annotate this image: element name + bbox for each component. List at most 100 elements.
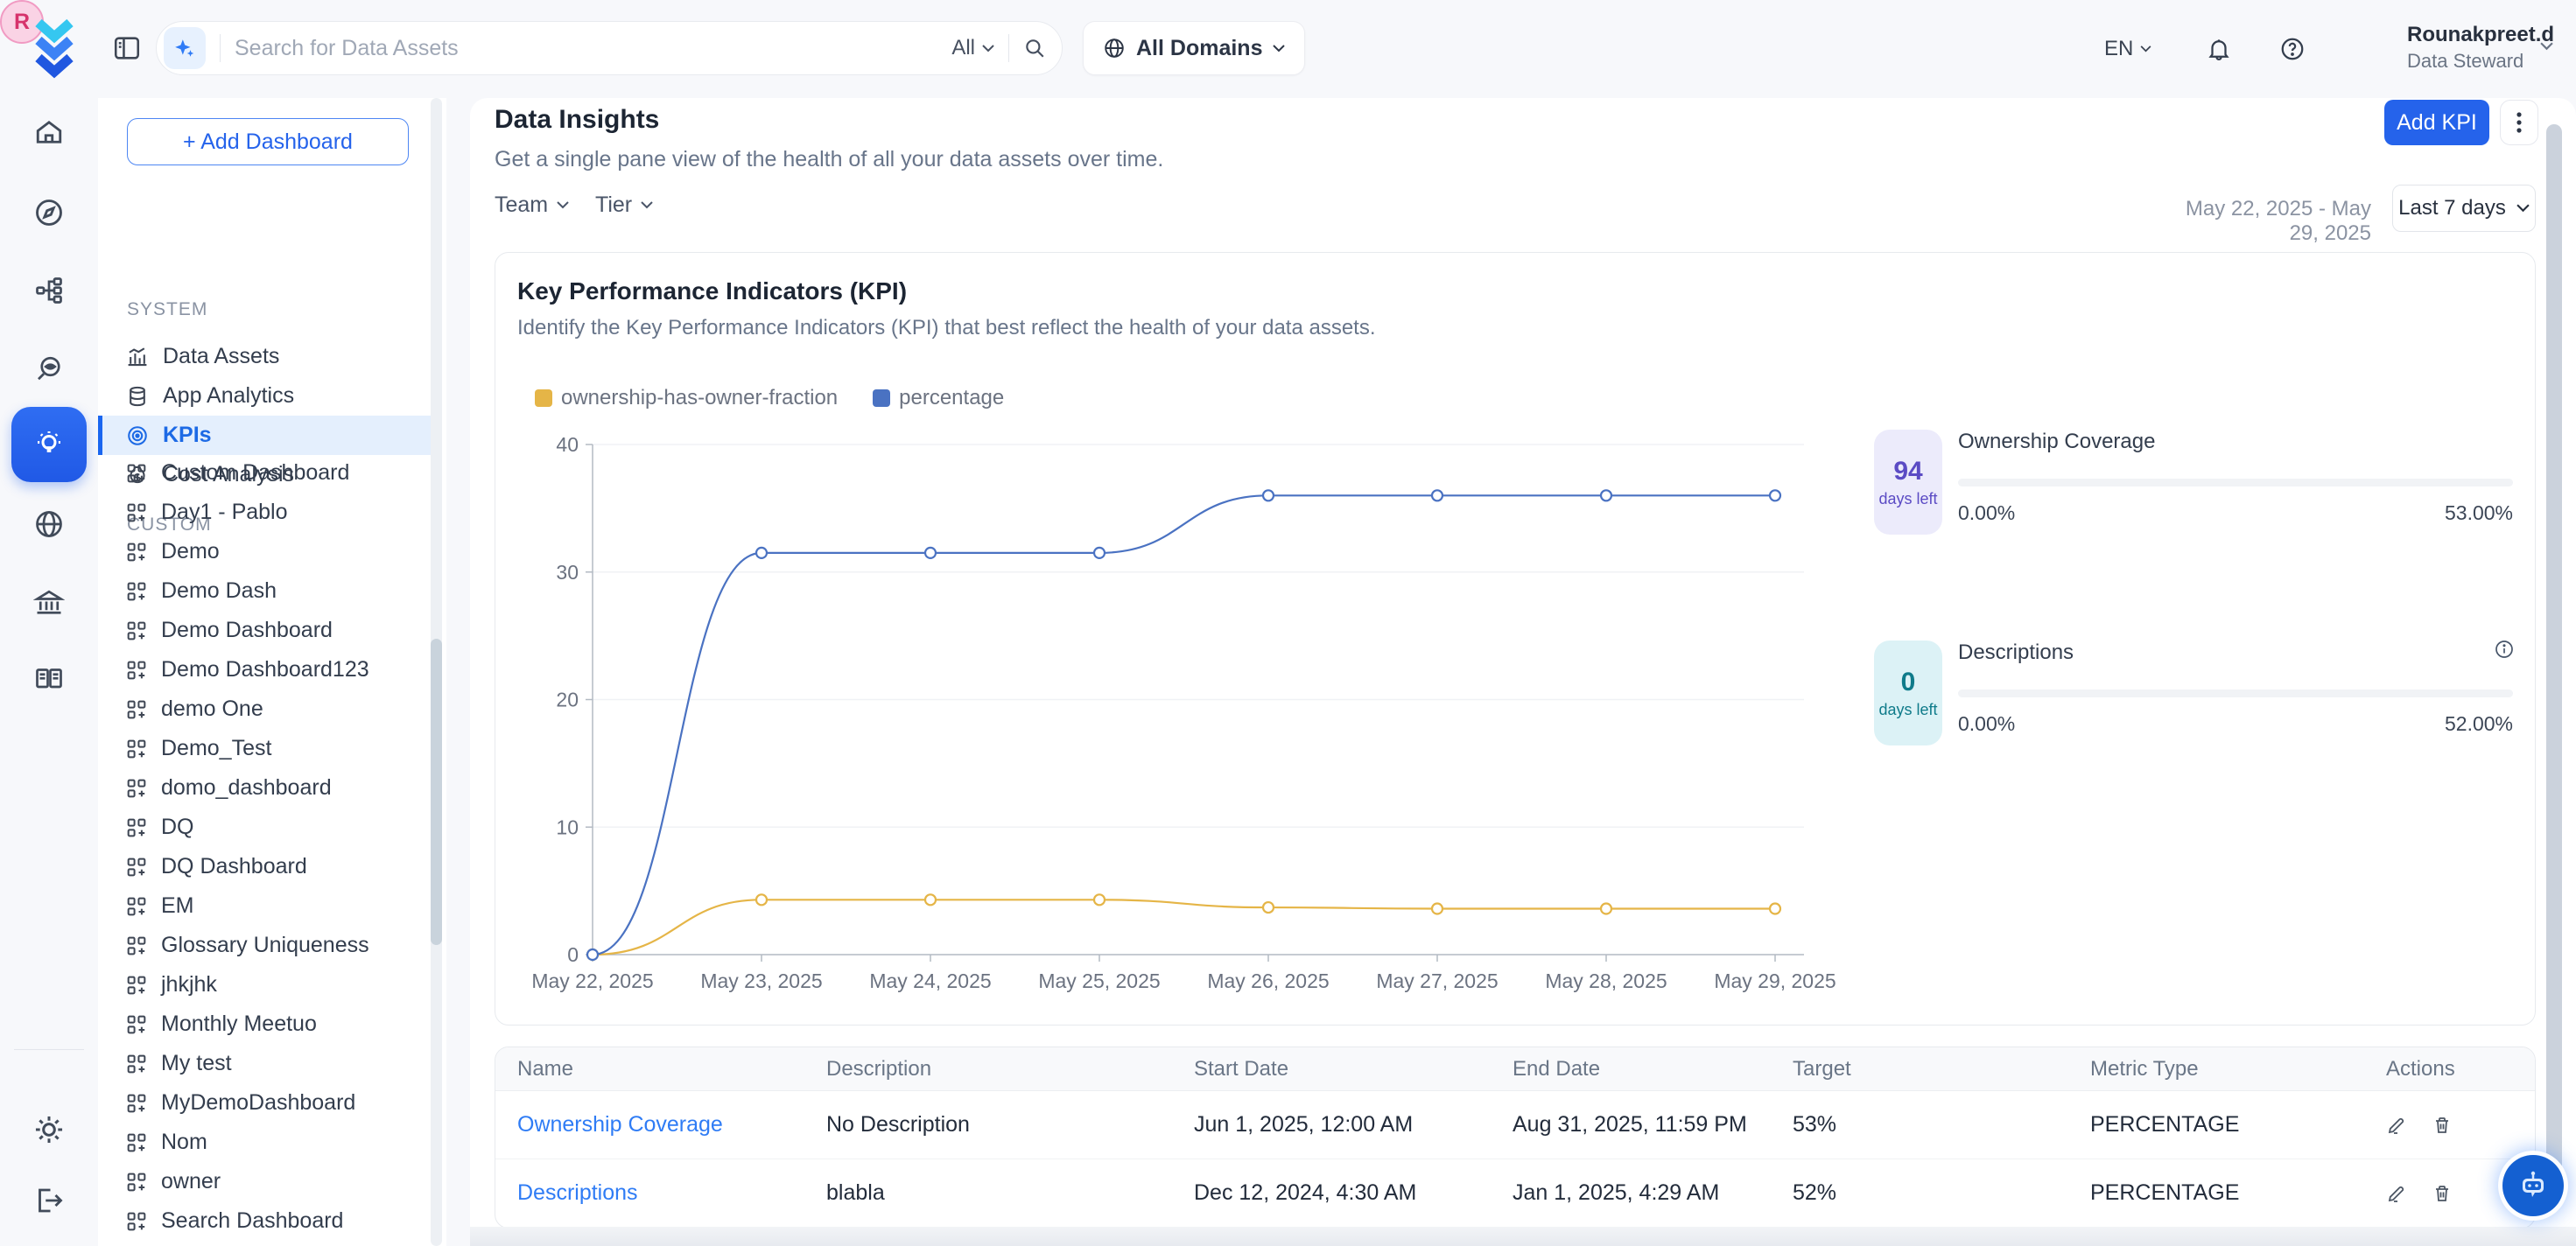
sidebar-item-label: Glossary Uniqueness <box>161 933 369 958</box>
svg-text:May 25, 2025: May 25, 2025 <box>1038 970 1160 992</box>
language-selector[interactable]: EN <box>2104 0 2151 98</box>
sidebar-item-demo-one[interactable]: demo One <box>98 690 431 729</box>
sidebar-item-owner[interactable]: owner <box>98 1162 431 1201</box>
home-icon[interactable] <box>0 116 98 148</box>
lightbulb-icon <box>32 427 67 462</box>
sidebar-item-domo-dashboard[interactable]: domo_dashboard <box>98 768 431 808</box>
sidebar-item-label: Demo Dashboard123 <box>161 657 369 682</box>
sidebar-item-demo-dashboard[interactable]: Demo Dashboard <box>98 611 431 650</box>
sidebar-item-em[interactable]: EM <box>98 886 431 926</box>
sidebar-item-my-test[interactable]: My test <box>98 1044 431 1083</box>
kpi-progress-values: 0.00% 52.00% <box>1958 712 2513 736</box>
globe-icon[interactable] <box>0 508 98 540</box>
legend-item-ownership[interactable]: ownership-has-owner-fraction <box>535 386 838 410</box>
sidebar-item-label: MyDemoDashboard <box>161 1090 355 1116</box>
insights-active-tile[interactable] <box>11 407 87 482</box>
discovery-search-icon[interactable] <box>0 354 98 385</box>
lineage-flow-icon[interactable] <box>0 275 98 306</box>
sidebar-item-search-dashboard[interactable]: Search Dashboard <box>98 1201 431 1241</box>
chevron-down-icon <box>1273 45 1285 52</box>
search-scope-dropdown[interactable]: All <box>951 36 994 60</box>
sidebar-item-day1-pablo[interactable]: Day1 - Pablo <box>98 493 431 532</box>
kpi-table-card: NameDescriptionStart DateEnd DateTargetM… <box>495 1046 2536 1228</box>
chevron-down-icon <box>982 45 994 52</box>
sidebar-item-custom-dashboard[interactable]: Custom Dashboard <box>98 453 431 493</box>
sidebar-item-demo-dash[interactable]: Demo Dash <box>98 571 431 611</box>
sidebar-item-label: Demo <box>161 539 220 564</box>
add-dashboard-button[interactable]: + Add Dashboard <box>127 118 409 165</box>
dashboard-grid-plus-icon <box>126 817 147 838</box>
trash-icon <box>2432 1115 2453 1136</box>
logout-icon[interactable] <box>0 1185 98 1216</box>
sidebar-item-glossary-uniqueness[interactable]: Glossary Uniqueness <box>98 926 431 965</box>
tier-filter-dropdown[interactable]: Tier <box>595 192 653 218</box>
sidebar-scrollbar-thumb[interactable] <box>431 639 442 945</box>
dashboard-grid-plus-icon <box>126 975 147 996</box>
kpi-name-link[interactable]: Ownership Coverage <box>517 1112 723 1137</box>
sidebar-item-demo-dashboard123[interactable]: Demo Dashboard123 <box>98 650 431 690</box>
sidebar-item-demo[interactable]: Demo <box>98 532 431 571</box>
sidebar-item-nom[interactable]: Nom <box>98 1123 431 1162</box>
date-range-text: May 22, 2025 - May 29, 2025 <box>2152 197 2371 246</box>
info-icon[interactable] <box>2494 639 2515 660</box>
user-menu[interactable]: Rounakpreet.d Data Steward <box>2407 23 2554 73</box>
settings-gear-icon[interactable] <box>0 1113 98 1146</box>
sidebar-toggle-icon[interactable] <box>112 33 142 63</box>
compass-icon[interactable] <box>0 197 98 228</box>
kpi-card-title: Key Performance Indicators (KPI) <box>517 277 907 305</box>
search-icon[interactable] <box>1023 37 1046 60</box>
days-left-badge: 0 days left <box>1874 640 1942 746</box>
sidebar-item-monthly-meetuo[interactable]: Monthly Meetuo <box>98 1004 431 1044</box>
sidebar-item-kpis[interactable]: KPIs <box>98 416 431 455</box>
kpi-line-chart[interactable]: 010203040May 22, 2025May 23, 2025May 24,… <box>526 430 1848 1003</box>
notifications-button[interactable] <box>2206 0 2232 98</box>
sidebar-item-label: demo One <box>161 696 263 722</box>
edit-button[interactable] <box>2386 1183 2407 1204</box>
docs-book-icon[interactable] <box>0 663 98 695</box>
sidebar-item-label: App Analytics <box>163 383 294 409</box>
chevron-down-icon[interactable] <box>2540 42 2553 51</box>
kpi-summary-name: Descriptions <box>1958 640 2074 665</box>
sidebar-item-label: Demo Dash <box>161 578 277 604</box>
sidebar-item-app-analytics[interactable]: App Analytics <box>98 376 431 416</box>
sidebar-item-data-assets[interactable]: Data Assets <box>98 337 431 376</box>
kpi-name-link[interactable]: Descriptions <box>517 1180 638 1205</box>
sidebar-item-dq[interactable]: DQ <box>98 808 431 847</box>
bank-icon[interactable] <box>0 587 98 619</box>
sidebar-item-demo-test[interactable]: Demo_Test <box>98 729 431 768</box>
team-filter-dropdown[interactable]: Team <box>495 192 569 218</box>
dashboard-grid-plus-icon <box>126 1014 147 1035</box>
delete-button[interactable] <box>2432 1183 2453 1204</box>
edit-button[interactable] <box>2386 1115 2407 1136</box>
pencil-icon <box>2386 1115 2407 1136</box>
ai-sparkle-icon[interactable] <box>164 27 206 69</box>
main-scrollbar-thumb[interactable] <box>2546 124 2562 1199</box>
sidebar-item-label: Custom Dashboard <box>161 460 349 486</box>
dashboard-grid-plus-icon <box>126 1132 147 1153</box>
more-options-button[interactable] <box>2500 100 2538 145</box>
kpi-progress-bar <box>1958 479 2513 486</box>
table-row-descriptions: DescriptionsblablaDec 12, 2024, 4:30 AMJ… <box>495 1159 2535 1228</box>
table-row-ownership-coverage: Ownership CoverageNo DescriptionJun 1, 2… <box>495 1091 2535 1159</box>
svg-text:May 26, 2025: May 26, 2025 <box>1207 970 1329 992</box>
legend-item-percentage[interactable]: percentage <box>873 386 1004 410</box>
sidebar-item-jhkjhk[interactable]: jhkjhk <box>98 965 431 1004</box>
domain-filter-dropdown[interactable]: All Domains <box>1083 21 1305 75</box>
app-logo[interactable] <box>33 18 79 79</box>
kpi-current-value: 0.00% <box>1958 712 2015 736</box>
time-range-dropdown[interactable]: Last 7 days <box>2392 185 2536 232</box>
sidebar-item-dq-dashboard[interactable]: DQ Dashboard <box>98 847 431 886</box>
sidebar-item-mydemodashboard[interactable]: MyDemoDashboard <box>98 1083 431 1123</box>
top-header: All All Domains EN R Rounakpreet.d Data … <box>0 0 2576 98</box>
delete-button[interactable] <box>2432 1115 2453 1136</box>
dashboard-grid-plus-icon <box>126 857 147 878</box>
add-kpi-button[interactable]: Add KPI <box>2384 100 2489 145</box>
chatbot-button[interactable] <box>2502 1155 2564 1216</box>
search-input[interactable] <box>235 36 951 61</box>
dashboard-grid-plus-icon <box>126 502 147 523</box>
icon-rail <box>0 98 98 1246</box>
help-button[interactable] <box>2279 0 2306 98</box>
divider <box>220 34 221 62</box>
sidebar-item-label: EM <box>161 893 194 919</box>
days-left-value: 0 <box>1901 668 1916 697</box>
